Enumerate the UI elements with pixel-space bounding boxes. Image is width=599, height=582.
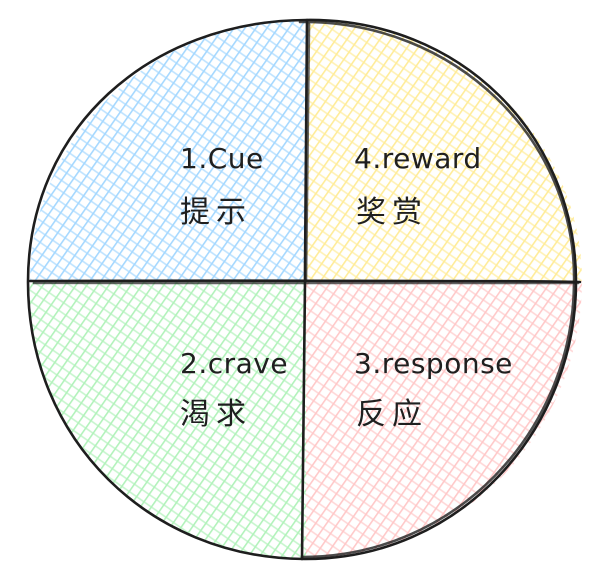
label-cue: 1.Cue	[180, 142, 264, 175]
label-response: 3.response	[354, 347, 513, 380]
label-response-zh: 反应	[356, 397, 428, 432]
label-cue-zh: 提示	[180, 195, 252, 230]
label-crave: 2.crave	[180, 347, 288, 380]
horizontal-divider-second-stroke	[32, 281, 580, 285]
label-crave-zh: 渴求	[180, 397, 252, 432]
label-reward: 4.reward	[354, 142, 482, 175]
quadrant-crave	[29, 281, 306, 560]
habit-loop-diagram: 1.Cue 提示 4.reward 奖赏 2.crave 渴求 3.respon…	[26, 18, 582, 561]
quadrant-cue	[30, 19, 306, 281]
label-reward-zh: 奖赏	[356, 195, 428, 230]
